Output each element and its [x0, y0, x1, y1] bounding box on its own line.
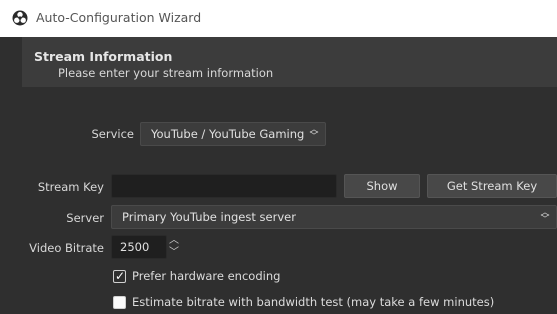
updown-arrows-icon: ︿ ﹀ [309, 125, 319, 142]
estimate-bitrate-checkbox[interactable] [113, 296, 126, 309]
service-value: YouTube / YouTube Gaming [151, 127, 305, 141]
video-bitrate-stepper[interactable]: ︿ ﹀ [165, 235, 183, 259]
prefer-hw-checkbox[interactable]: ✓ [113, 269, 126, 283]
chevron-up-icon[interactable]: ︿ [165, 235, 183, 247]
chevron-down-icon[interactable]: ﹀ [165, 247, 183, 259]
video-bitrate-value: 2500 [120, 240, 150, 254]
window-title: Auto-Configuration Wizard [36, 10, 202, 25]
video-bitrate-input[interactable]: 2500 [111, 235, 167, 259]
get-stream-key-button[interactable]: Get Stream Key [427, 174, 557, 198]
title-bar: Auto-Configuration Wizard [0, 0, 557, 37]
server-label: Server [66, 211, 104, 225]
service-label: Service [91, 127, 134, 141]
stream-key-label: Stream Key [37, 180, 104, 194]
server-value: Primary YouTube ingest server [122, 210, 296, 224]
video-bitrate-label: Video Bitrate [29, 241, 104, 255]
prefer-hw-label: Prefer hardware encoding [132, 269, 281, 283]
wizard-header: Stream Information Please enter your str… [22, 37, 557, 87]
obs-logo-icon [12, 10, 28, 26]
updown-arrows-icon: ︿ ﹀ [540, 208, 550, 225]
checkmark-icon: ✓ [115, 269, 126, 283]
stream-key-input[interactable] [111, 174, 337, 198]
service-combo[interactable]: YouTube / YouTube Gaming ︿ ﹀ [140, 122, 326, 146]
header-subtitle: Please enter your stream information [58, 66, 274, 80]
show-button[interactable]: Show [344, 174, 420, 198]
header-title: Stream Information [34, 49, 173, 64]
server-combo[interactable]: Primary YouTube ingest server ︿ ﹀ [111, 205, 557, 229]
estimate-bitrate-label: Estimate bitrate with bandwidth test (ma… [132, 295, 495, 309]
